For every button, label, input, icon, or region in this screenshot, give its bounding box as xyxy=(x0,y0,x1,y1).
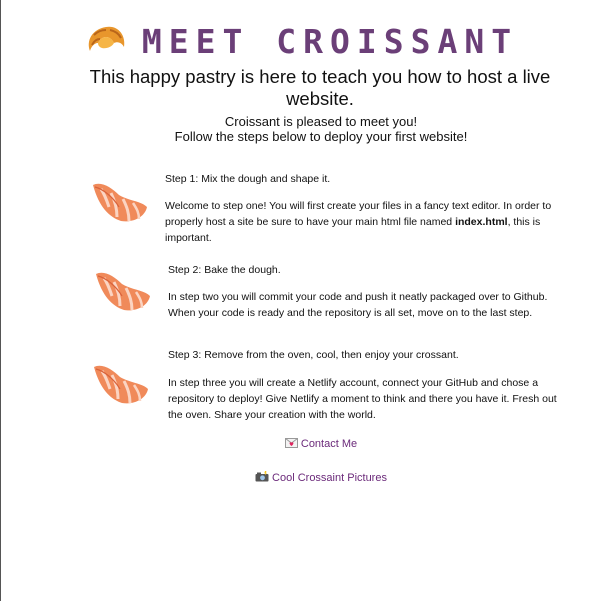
crossaint-pictures-link[interactable]: Cool Crossaint Pictures xyxy=(255,471,387,484)
step-1-body: Welcome to step one! You will first crea… xyxy=(165,198,557,246)
welcome-message: Croissant is pleased to meet you! Follow… xyxy=(0,114,602,144)
page-title: MEET CROISSANT xyxy=(141,21,519,61)
page-subtitle: This happy pastry is here to teach you h… xyxy=(89,66,551,109)
pictures-link-row: Cool Crossaint Pictures xyxy=(0,471,602,485)
croissant-image xyxy=(93,183,147,222)
step-1-filename: index.html xyxy=(455,216,508,228)
contact-me-label: Contact Me xyxy=(300,438,358,450)
love-letter-icon xyxy=(284,438,298,448)
croissant-image xyxy=(96,272,150,311)
welcome-line-1: Croissant is pleased to meet you! xyxy=(224,114,418,129)
page-header: MEET CROISSANT xyxy=(0,18,602,64)
welcome-line-2: Follow the steps below to deploy your fi… xyxy=(174,129,468,144)
camera-flash-icon xyxy=(255,471,269,482)
contact-me-link[interactable]: Contact Me xyxy=(284,438,358,450)
croissant-emoji-icon xyxy=(88,26,125,51)
step-3-heading: Step 3: Remove from the oven, cool, then… xyxy=(168,349,459,361)
croissant-image xyxy=(94,365,148,404)
contact-link-row: Contact Me xyxy=(0,437,602,451)
step-3-body: In step three you will create a Netlify … xyxy=(168,377,557,421)
step-1-heading: Step 1: Mix the dough and shape it. xyxy=(165,173,331,185)
crossaint-pictures-label: Cool Crossaint Pictures xyxy=(272,472,387,484)
step-2-body: In step two you will commit your code an… xyxy=(168,291,548,319)
left-border xyxy=(0,0,1,601)
step-2-heading: Step 2: Bake the dough. xyxy=(168,264,281,276)
